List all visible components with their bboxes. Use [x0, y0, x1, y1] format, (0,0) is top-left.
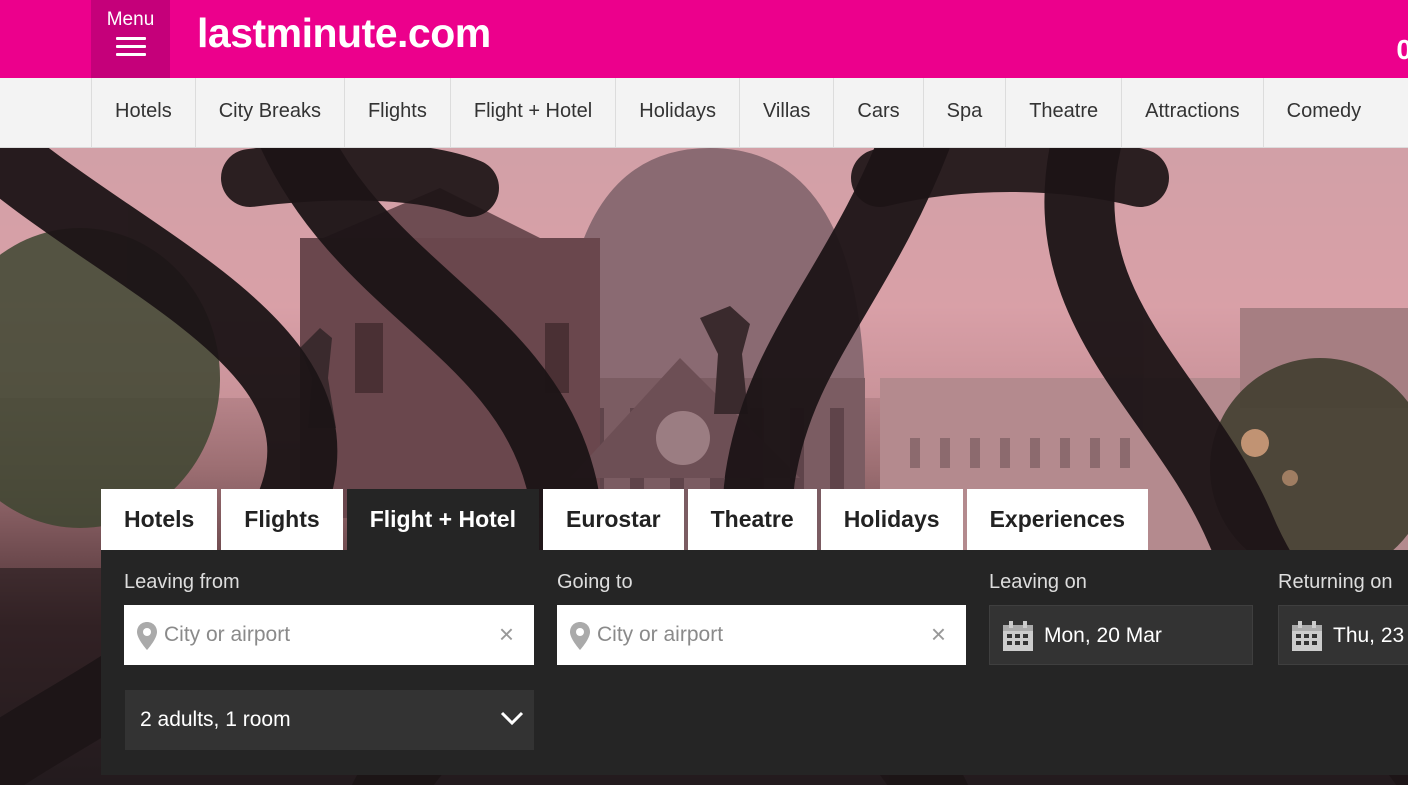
top-header: Menu lastminute.com 0: [0, 0, 1408, 78]
nav-item-holidays[interactable]: Holidays: [615, 78, 739, 147]
nav-item-attractions[interactable]: Attractions: [1121, 78, 1262, 147]
nav-item-hotels[interactable]: Hotels: [91, 78, 195, 147]
nav-item-villas[interactable]: Villas: [738, 78, 833, 147]
going-to-input[interactable]: City or airport ×: [557, 605, 966, 665]
clear-going-to-icon[interactable]: ×: [931, 619, 946, 650]
tab-theatre[interactable]: Theatre: [687, 489, 817, 550]
nav-item-flight-hotel[interactable]: Flight + Hotel: [449, 78, 615, 147]
tab-eurostar[interactable]: Eurostar: [543, 489, 684, 550]
guests-rooms-value: 2 adults, 1 room: [140, 708, 291, 731]
returning-on-label: Returning on: [1278, 571, 1393, 593]
guests-rooms-select[interactable]: 2 adults, 1 room: [125, 690, 534, 750]
tab-holidays[interactable]: Holidays: [820, 489, 963, 550]
going-to-label: Going to: [557, 571, 633, 593]
returning-on-value: Thu, 23: [1333, 624, 1405, 647]
nav-item-city-breaks[interactable]: City Breaks: [194, 78, 344, 147]
leaving-on-value: Mon, 20 Mar: [1044, 624, 1162, 647]
returning-on-date[interactable]: Thu, 23: [1278, 605, 1408, 665]
going-to-placeholder: City or airport: [597, 623, 724, 646]
tab-experiences[interactable]: Experiences: [966, 489, 1149, 550]
calendar-icon: [1002, 620, 1034, 657]
leaving-from-placeholder: City or airport: [164, 623, 291, 646]
tab-flight-hotel[interactable]: Flight + Hotel: [346, 489, 539, 550]
leaving-on-date[interactable]: Mon, 20 Mar: [989, 605, 1253, 665]
nav-item-comedy[interactable]: Comedy: [1262, 78, 1384, 147]
search-tabs: Hotels Flights Flight + Hotel Eurostar T…: [101, 489, 1152, 550]
nav-item-theatre[interactable]: Theatre: [1005, 78, 1121, 147]
hamburger-icon: [115, 37, 146, 56]
leaving-from-label: Leaving from: [124, 571, 240, 593]
menu-label: Menu: [106, 9, 155, 30]
calendar-icon: [1291, 620, 1323, 657]
nav-item-spa[interactable]: Spa: [922, 78, 1006, 147]
menu-button[interactable]: Menu: [91, 0, 170, 78]
nav-item-flights[interactable]: Flights: [343, 78, 450, 147]
leaving-on-label: Leaving on: [989, 571, 1087, 593]
clear-leaving-from-icon[interactable]: ×: [499, 619, 514, 650]
map-pin-icon: [569, 621, 591, 656]
tab-flights[interactable]: Flights: [221, 489, 343, 550]
leaving-from-input[interactable]: City or airport ×: [124, 605, 534, 665]
site-logo[interactable]: lastminute.com: [197, 10, 491, 57]
search-panel: Leaving from City or airport × Going to …: [101, 550, 1408, 775]
main-nav: Hotels City Breaks Flights Flight + Hote…: [0, 78, 1408, 148]
header-right-text: 0: [1396, 34, 1408, 65]
tab-hotels[interactable]: Hotels: [101, 489, 218, 550]
map-pin-icon: [136, 621, 158, 656]
chevron-down-icon: [500, 710, 524, 731]
nav-item-cars[interactable]: Cars: [833, 78, 922, 147]
